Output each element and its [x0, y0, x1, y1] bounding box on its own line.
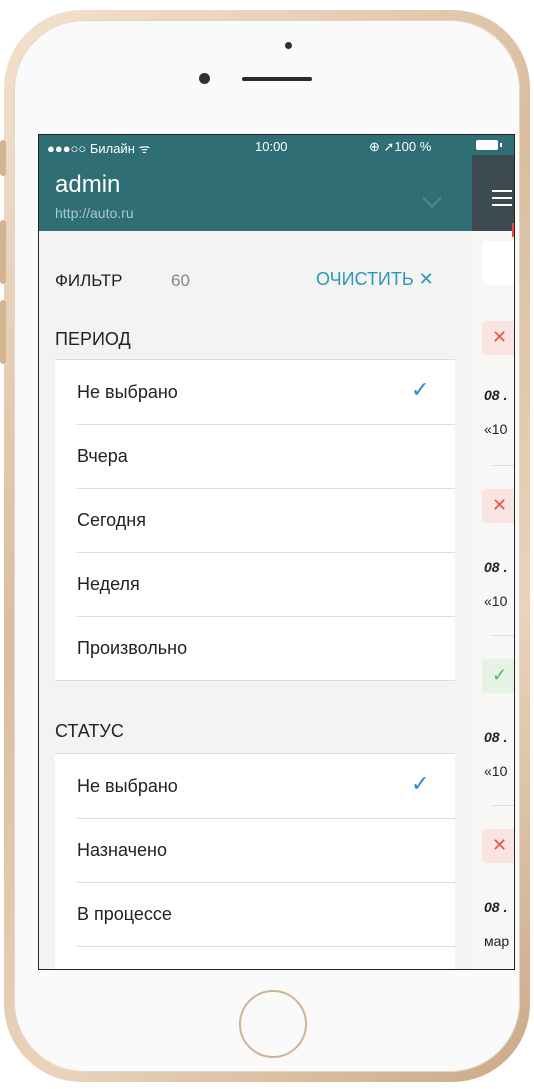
list-item-status-icon: ✕ — [482, 321, 514, 355]
status-option-in-progress[interactable]: В процессе — [55, 882, 455, 946]
status-section-title: СТАТУС — [55, 721, 124, 741]
content-peek: ✕ 08 . «10 ✕ 08 . «10 ✓ 08 . «10 ✕ 08 . … — [472, 135, 514, 969]
period-option-custom[interactable]: Произвольно — [55, 616, 455, 680]
proximity-sensor — [285, 42, 292, 49]
list-item-date: 08 . — [484, 387, 508, 403]
period-options: Не выбрано ✓ Вчера Сегодня Неделя Произв… — [55, 359, 455, 681]
list-item-text: «10 — [484, 593, 508, 609]
volume-down-button — [0, 300, 6, 364]
clear-filter-button[interactable]: ОЧИСТИТЬ ✕ — [316, 269, 434, 290]
cross-icon: ✕ — [492, 835, 508, 855]
status-option-none[interactable]: Не выбрано ✓ — [55, 754, 455, 818]
chevron-down-icon[interactable] — [422, 188, 442, 208]
period-option-yesterday[interactable]: Вчера — [55, 424, 455, 488]
clock: 10:00 — [255, 139, 288, 154]
list-item-text: «10 — [484, 763, 508, 779]
period-option-week[interactable]: Неделя — [55, 552, 455, 616]
period-option-none[interactable]: Не выбрано ✓ — [55, 360, 455, 424]
peek-status-bar — [472, 135, 514, 155]
list-item-date: 08 . — [484, 899, 508, 915]
account-name: admin — [55, 171, 121, 198]
option-label: Вчера — [77, 446, 128, 466]
divider — [492, 635, 514, 636]
list-item-text: «10 — [484, 421, 508, 437]
status-bar: ●●●○○ Билайн ᯤ 10:00 ⊕ ➚100 % — [39, 135, 472, 156]
cross-icon: ✕ — [492, 495, 508, 515]
list-item-status-icon: ✕ — [482, 829, 514, 863]
list-item-date: 08 . — [484, 559, 508, 575]
period-section-title: ПЕРИОД — [55, 329, 131, 349]
checkmark-icon: ✓ — [411, 377, 430, 402]
battery-level: ⊕ ➚100 % — [369, 139, 432, 154]
option-label: Неделя — [77, 574, 140, 594]
option-label: Не выбрано — [77, 776, 178, 796]
battery-icon — [476, 140, 502, 150]
divider — [492, 465, 514, 466]
status-option-assigned[interactable]: Назначено — [55, 818, 455, 882]
home-button[interactable] — [239, 990, 307, 1058]
status-option-next[interactable] — [55, 946, 455, 969]
list-item-status-icon: ✕ — [482, 489, 514, 523]
filter-panel: ФИЛЬТР 60 ОЧИСТИТЬ ✕ ПЕРИОД Не выбрано ✓… — [39, 231, 472, 969]
notification-marker — [512, 223, 514, 237]
filter-label: ФИЛЬТР — [55, 271, 123, 290]
account-url: http://auto.ru — [55, 205, 134, 221]
status-options: Не выбрано ✓ Назначено В процессе — [55, 753, 455, 969]
divider — [492, 805, 514, 806]
period-option-today[interactable]: Сегодня — [55, 488, 455, 552]
option-label: В процессе — [77, 904, 172, 924]
list-item-status-icon: ✓ — [482, 659, 514, 693]
mute-switch — [0, 140, 6, 176]
peek-search-field[interactable] — [482, 241, 514, 285]
checkmark-icon: ✓ — [411, 771, 430, 796]
option-label: Произвольно — [77, 638, 188, 658]
front-camera — [199, 73, 210, 84]
earpiece-speaker — [242, 77, 312, 81]
list-item-date: 08 . — [484, 729, 508, 745]
option-label: Назначено — [77, 840, 167, 860]
account-header[interactable]: admin http://auto.ru — [39, 155, 472, 231]
phone-screen: ✕ 08 . «10 ✕ 08 . «10 ✓ 08 . «10 ✕ 08 . … — [38, 134, 515, 970]
filter-count: 60 — [171, 271, 190, 290]
cross-icon: ✕ — [492, 327, 508, 347]
option-label: Сегодня — [77, 510, 146, 530]
volume-up-button — [0, 220, 6, 284]
check-icon: ✓ — [492, 665, 508, 685]
option-label: Не выбрано — [77, 382, 178, 402]
menu-icon[interactable] — [492, 190, 512, 211]
list-item-text: мар — [484, 933, 510, 949]
